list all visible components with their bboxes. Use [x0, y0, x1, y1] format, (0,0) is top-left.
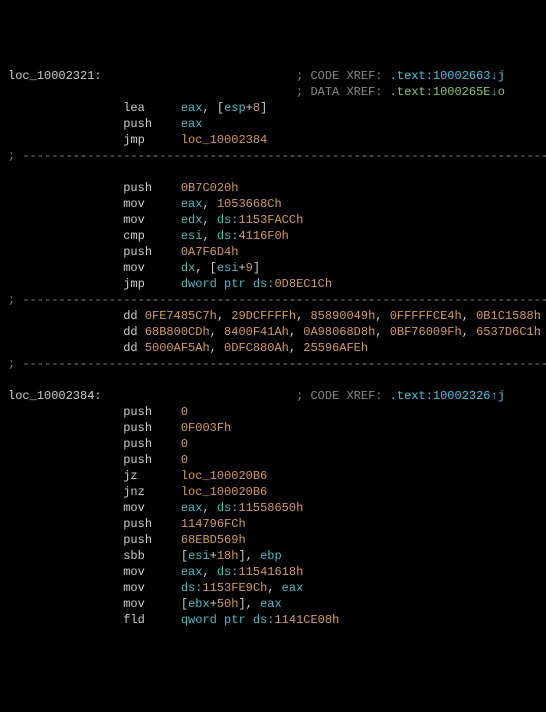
- data-val: 29DCFFFFh: [231, 309, 296, 323]
- reg: dx: [181, 261, 195, 275]
- mnem: mov: [123, 597, 145, 611]
- dd: dd: [123, 309, 137, 323]
- addr[interactable]: 4116F0h: [238, 229, 288, 243]
- data-val: 6537D6C1h: [476, 325, 541, 339]
- xref-link[interactable]: .text:10002663↓j: [390, 69, 505, 83]
- mnem: lea: [123, 101, 145, 115]
- reg: eax: [181, 501, 203, 515]
- mnem: push: [123, 181, 152, 195]
- mnem: sbb: [123, 549, 145, 563]
- data-val: 5000AF5Ah: [145, 341, 210, 355]
- ds-prefix: ds:: [217, 213, 239, 227]
- mnem: push: [123, 405, 152, 419]
- mnem: cmp: [123, 229, 145, 243]
- mnem: push: [123, 117, 152, 131]
- reg: eax: [260, 597, 282, 611]
- imm: 1053668Ch: [217, 197, 282, 211]
- reg: esi: [181, 229, 203, 243]
- data-val: 25596AFEh: [303, 341, 368, 355]
- imm: 0: [181, 405, 188, 419]
- mnem: jz: [123, 469, 137, 483]
- reg: esi: [188, 549, 210, 563]
- reg: edx: [181, 213, 203, 227]
- mnem: mov: [123, 261, 145, 275]
- jump-target[interactable]: loc_100020B6: [181, 485, 267, 499]
- ds-prefix: ds:: [181, 581, 203, 595]
- imm: 114796FCh: [181, 517, 246, 531]
- addr[interactable]: 1141CE08h: [274, 613, 339, 627]
- data-val: 0FFFFFCE4h: [390, 309, 462, 323]
- mnem: push: [123, 453, 152, 467]
- mnem: push: [123, 437, 152, 451]
- imm: 0: [181, 453, 188, 467]
- mnem: push: [123, 517, 152, 531]
- reg: eax: [181, 197, 203, 211]
- reg: eax: [181, 117, 203, 131]
- imm: 0: [181, 437, 188, 451]
- dd: dd: [123, 325, 137, 339]
- ptr-prefix: dword ptr ds:: [181, 277, 275, 291]
- reg: eax: [181, 101, 203, 115]
- reg: ebp: [260, 549, 282, 563]
- xref-link[interactable]: .text:10002326↑j: [390, 389, 505, 403]
- data-val: 0DFC880Ah: [224, 341, 289, 355]
- imm: 18h: [217, 549, 239, 563]
- label-loc[interactable]: loc_10002321: [8, 69, 94, 83]
- ds-prefix: ds:: [217, 229, 239, 243]
- imm: 68EBD569h: [181, 533, 246, 547]
- xref-comment: ; CODE XREF:: [296, 69, 390, 83]
- mnem: mov: [123, 565, 145, 579]
- separator: ; --------------------------------------…: [8, 293, 546, 307]
- imm: 0B7C020h: [181, 181, 239, 195]
- mnem: mov: [123, 581, 145, 595]
- reg: esp: [224, 101, 246, 115]
- ptr-prefix: qword ptr ds:: [181, 613, 275, 627]
- addr[interactable]: 0D8EC1Ch: [274, 277, 332, 291]
- mnem: push: [123, 421, 152, 435]
- data-val: 0B1C1588h: [476, 309, 541, 323]
- reg: eax: [282, 581, 304, 595]
- mnem: push: [123, 245, 152, 259]
- ds-prefix: ds:: [217, 501, 239, 515]
- mnem: jmp: [123, 133, 145, 147]
- disasm-view: loc_10002321: ; CODE XREF: .text:1000266…: [8, 68, 538, 628]
- ds-prefix: ds:: [217, 565, 239, 579]
- mnem: mov: [123, 213, 145, 227]
- xref-comment: ; CODE XREF:: [296, 389, 390, 403]
- data-val: 8400F41Ah: [224, 325, 289, 339]
- mnem: push: [123, 533, 152, 547]
- data-val: 0FE7485C7h: [145, 309, 217, 323]
- imm: 8: [253, 101, 260, 115]
- imm: 50h: [217, 597, 239, 611]
- mnem: jnz: [123, 485, 145, 499]
- addr[interactable]: 1153FACCh: [238, 213, 303, 227]
- data-val: 68B800CDh: [145, 325, 210, 339]
- data-val: 0A98068D8h: [303, 325, 375, 339]
- separator: ; --------------------------------------…: [8, 357, 546, 371]
- xref-link[interactable]: .text:1000265E↓o: [390, 85, 505, 99]
- addr[interactable]: 1153FE9Ch: [202, 581, 267, 595]
- jump-target[interactable]: loc_10002384: [181, 133, 267, 147]
- separator: ; --------------------------------------…: [8, 149, 546, 163]
- dd: dd: [123, 341, 137, 355]
- reg: ebx: [188, 597, 210, 611]
- imm: 9: [246, 261, 253, 275]
- reg: esi: [217, 261, 239, 275]
- mnem: mov: [123, 501, 145, 515]
- data-val: 0BF76009Fh: [390, 325, 462, 339]
- mnem: mov: [123, 197, 145, 211]
- label-loc[interactable]: loc_10002384: [8, 389, 94, 403]
- imm: 0A7F6D4h: [181, 245, 239, 259]
- mnem: jmp: [123, 277, 145, 291]
- imm: 0F003Fh: [181, 421, 231, 435]
- jump-target[interactable]: loc_100020B6: [181, 469, 267, 483]
- reg: eax: [181, 565, 203, 579]
- addr[interactable]: 11558650h: [238, 501, 303, 515]
- mnem: fld: [123, 613, 145, 627]
- addr[interactable]: 11541618h: [238, 565, 303, 579]
- xref-comment: ; DATA XREF:: [296, 85, 390, 99]
- data-val: 85890049h: [310, 309, 375, 323]
